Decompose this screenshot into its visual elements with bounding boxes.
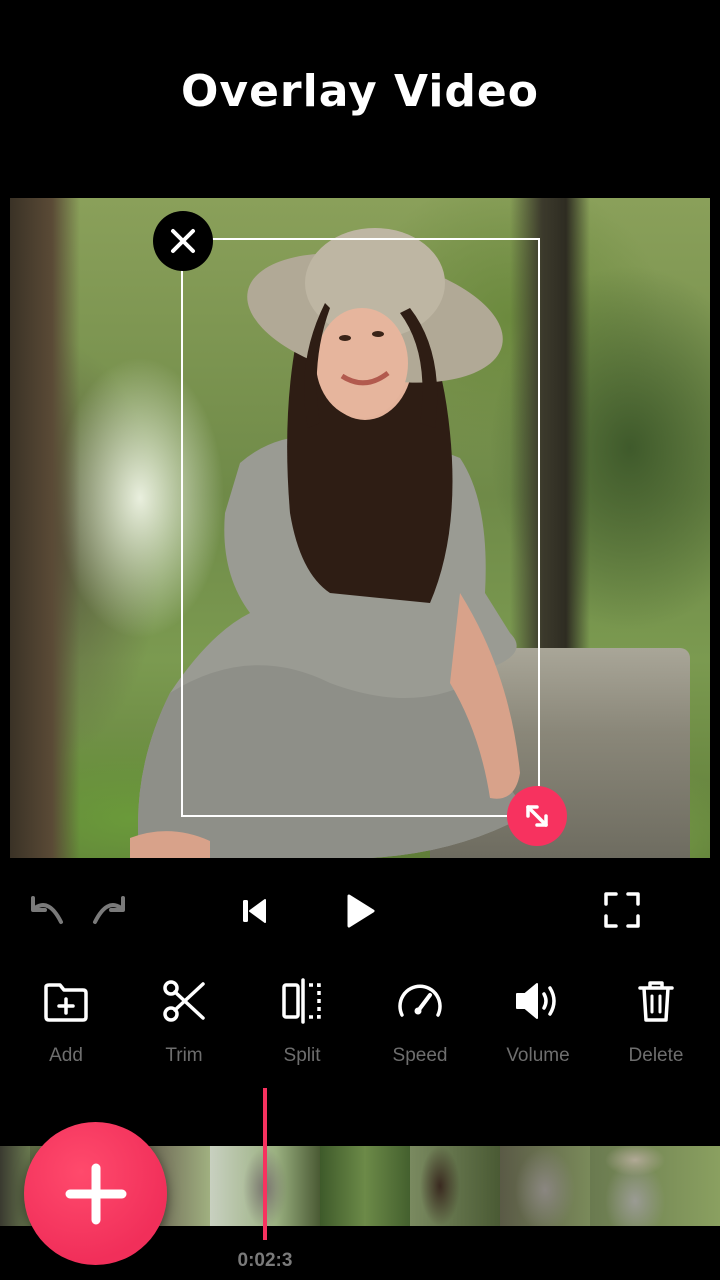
timeline-playhead[interactable]: [263, 1088, 267, 1240]
add-media-button[interactable]: [24, 1122, 167, 1265]
close-icon: [171, 229, 195, 253]
redo-button[interactable]: [86, 890, 132, 932]
tool-label: Volume: [506, 1045, 570, 1066]
undo-icon: [31, 896, 63, 924]
redo-icon: [93, 896, 125, 924]
volume-icon: [516, 983, 556, 1019]
scissors-icon: [163, 980, 205, 1022]
skip-back-button[interactable]: [230, 888, 276, 934]
undo-button[interactable]: [24, 890, 70, 932]
tool-label: Split: [283, 1045, 321, 1066]
timeline-frame: [500, 1146, 590, 1226]
overlay-selection-frame[interactable]: [181, 238, 540, 817]
trash-icon: [638, 981, 674, 1022]
remove-overlay-button[interactable]: [153, 211, 213, 271]
fullscreen-button[interactable]: [598, 886, 646, 934]
timecode-label: 0:02:3: [237, 1250, 293, 1271]
tool-label: Delete: [628, 1045, 684, 1066]
resize-overlay-handle[interactable]: [507, 786, 567, 846]
add-folder-icon: [44, 983, 88, 1022]
split-icon: [282, 978, 321, 1024]
tool-label: Add: [49, 1045, 83, 1066]
plus-icon: [65, 1163, 126, 1224]
tool-volume[interactable]: Volume: [479, 975, 597, 1075]
tool-speed[interactable]: Speed: [361, 975, 479, 1075]
tool-trim[interactable]: Trim: [125, 975, 243, 1075]
tool-add[interactable]: Add: [7, 975, 125, 1075]
tool-split[interactable]: Split: [243, 975, 361, 1075]
resize-icon: [526, 805, 548, 827]
tool-delete[interactable]: Delete: [597, 975, 715, 1075]
page-title: Overlay Video: [181, 66, 539, 117]
speedometer-icon: [398, 984, 442, 1017]
timeline-frame: [320, 1146, 410, 1226]
timeline-frame: [410, 1146, 500, 1226]
timeline-frame: [590, 1146, 720, 1226]
background-tree-left: [10, 198, 80, 858]
play-button[interactable]: [334, 886, 384, 936]
tool-label: Speed: [392, 1045, 448, 1066]
tool-label: Trim: [165, 1045, 203, 1066]
fullscreen-icon: [604, 892, 640, 928]
play-icon: [347, 894, 375, 928]
skip-back-icon: [243, 899, 266, 923]
